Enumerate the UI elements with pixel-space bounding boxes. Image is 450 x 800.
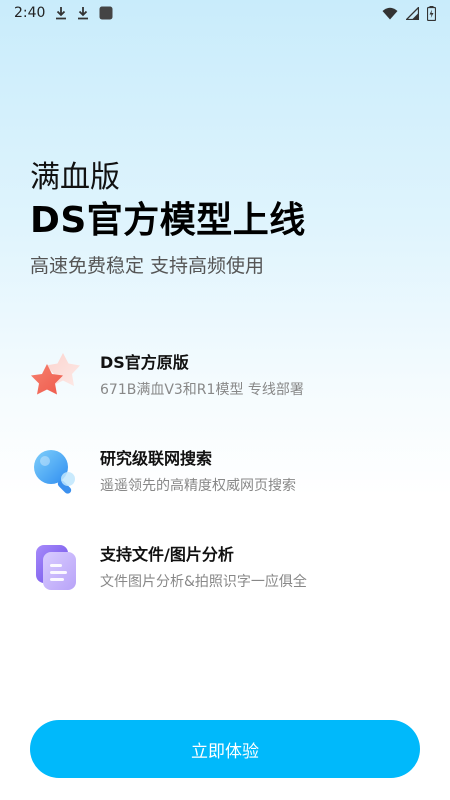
magnifier-icon xyxy=(34,450,75,494)
feature-title: 研究级联网搜索 xyxy=(100,449,213,468)
feature-item-official: DS官方原版 671B满血V3和R1模型 专线部署 xyxy=(30,350,304,402)
battery-charging-icon xyxy=(427,5,436,21)
app-square-icon xyxy=(99,6,113,20)
hero-subtitle: 满血版 xyxy=(30,160,120,195)
hero-title: DS官方模型上线 xyxy=(30,200,306,241)
status-bar: 2:40 xyxy=(0,0,450,26)
hero: 满血版 DS官方模型上线 高速免费稳定 支持高频使用 xyxy=(30,160,306,278)
feature-desc: 671B满血V3和R1模型 专线部署 xyxy=(100,382,304,398)
signal-icon xyxy=(406,6,419,20)
feature-title: DS官方原版 xyxy=(100,353,189,372)
feature-title: 支持文件/图片分析 xyxy=(100,545,234,564)
feature-item-search: 研究级联网搜索 遥遥领先的高精度权威网页搜索 xyxy=(30,446,296,498)
try-now-button[interactable]: 立即体验 xyxy=(30,720,420,778)
feature-desc: 遥遥领先的高精度权威网页搜索 xyxy=(100,478,296,494)
feature-desc: 文件图片分析&拍照识字一应俱全 xyxy=(100,574,307,590)
stars-icon xyxy=(31,353,80,395)
download-icon xyxy=(78,7,89,20)
status-time: 2:40 xyxy=(14,5,46,21)
feature-item-file: 支持文件/图片分析 文件图片分析&拍照识字一应俱全 xyxy=(30,542,307,594)
download-icon xyxy=(56,7,67,20)
document-icon xyxy=(36,545,76,590)
hero-tagline: 高速免费稳定 支持高频使用 xyxy=(30,255,265,277)
wifi-icon xyxy=(382,7,398,19)
